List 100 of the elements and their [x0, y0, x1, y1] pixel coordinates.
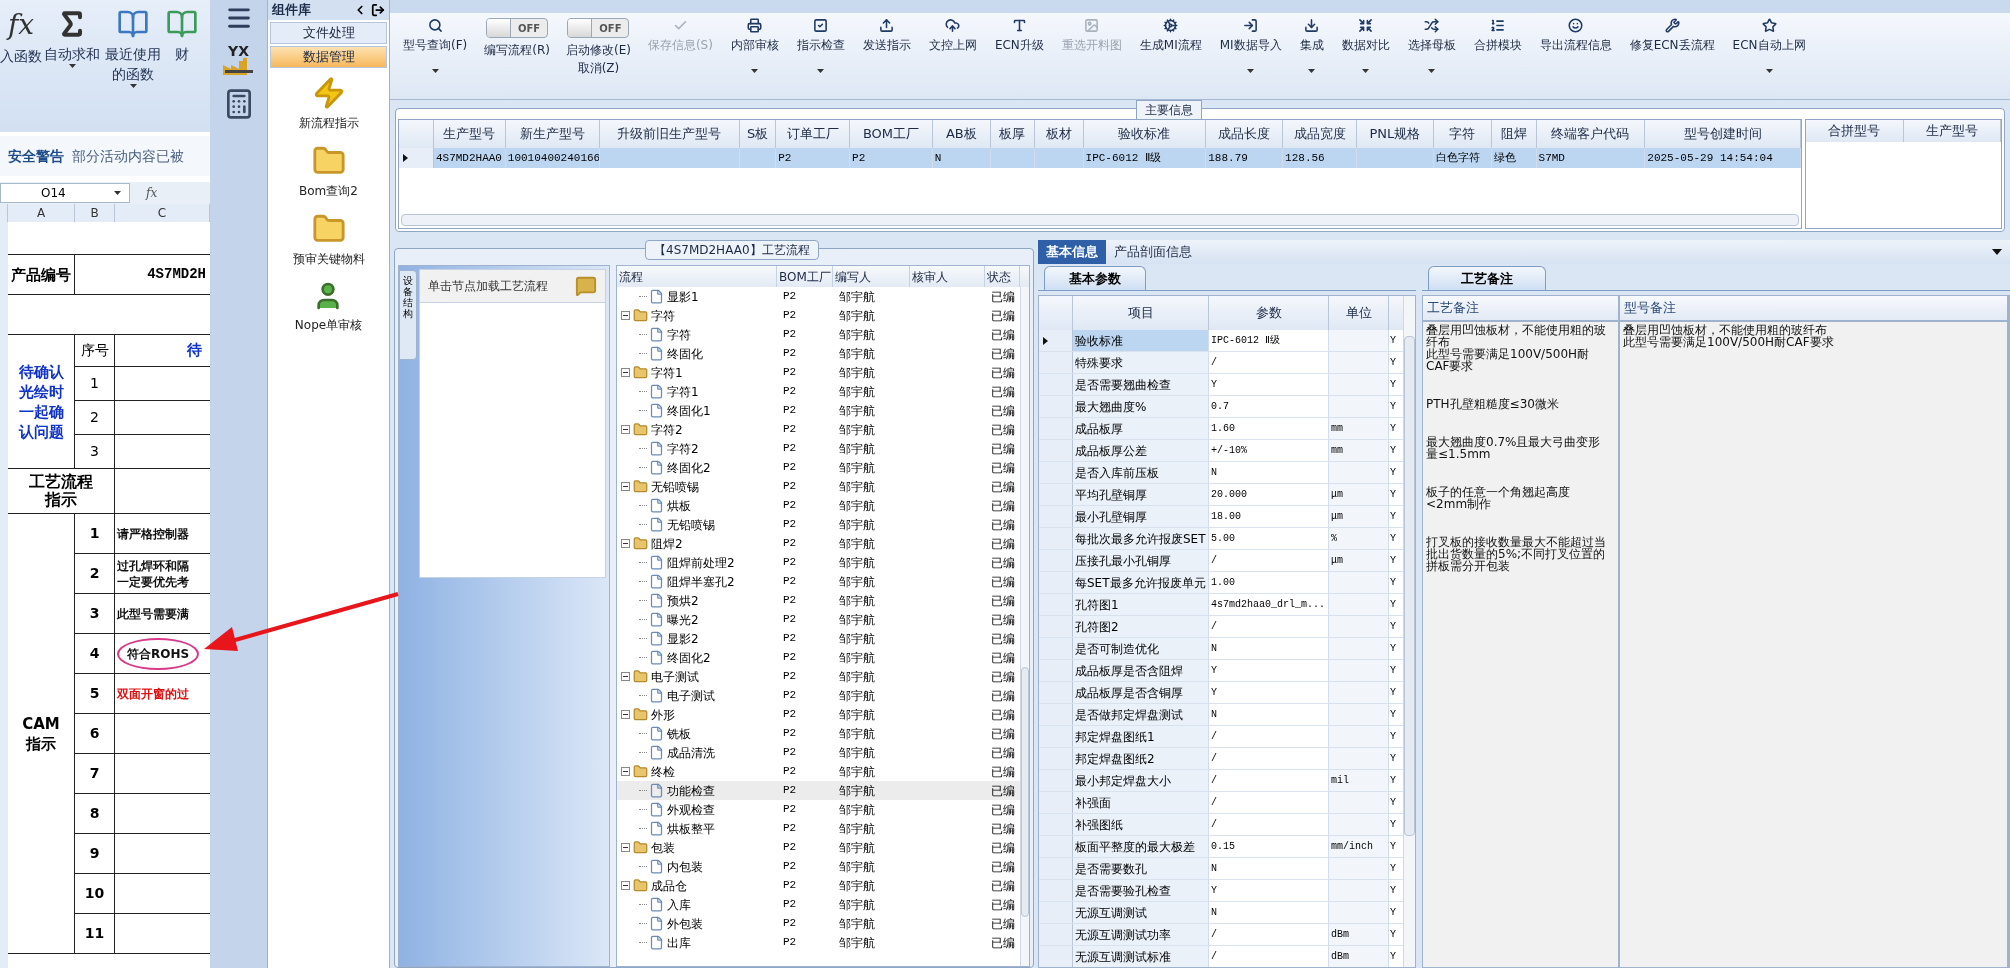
param-row[interactable]: 无源互调测试标准 / dBm Y: [1039, 946, 1403, 967]
panel-tab[interactable]: 工艺备注: [1428, 265, 1546, 290]
ribbon-button[interactable]: 自动求和: [44, 8, 100, 132]
tab[interactable]: 基本信息: [1038, 240, 1106, 264]
param-row[interactable]: 成品板厚是否含阻焊 Y Y: [1039, 660, 1403, 682]
collapse-icon[interactable]: [621, 482, 630, 491]
param-row[interactable]: 特殊要求 / Y: [1039, 352, 1403, 374]
toolbar-button[interactable]: MI数据导入: [1210, 13, 1291, 73]
tree-row[interactable]: 成品仓 P2 邹宇航 已编: [617, 876, 1020, 895]
tree-row[interactable]: 字符1 P2 邹宇航 已编: [617, 382, 1020, 401]
tree-row[interactable]: 终检 P2 邹宇航 已编: [617, 762, 1020, 781]
param-row[interactable]: 是否需要数孔 N Y: [1039, 858, 1403, 880]
collapse-icon[interactable]: [621, 767, 630, 776]
toolbar-button[interactable]: 选择母板: [1398, 13, 1465, 73]
param-row[interactable]: 成品板厚公差 +/-10% mm Y: [1039, 440, 1403, 462]
tree-row[interactable]: 终固化1 P2 邹宇航 已编: [617, 401, 1020, 420]
tree-row[interactable]: 烘板 P2 邹宇航 已编: [617, 496, 1020, 515]
param-row[interactable]: 无源互调测试 N Y: [1039, 902, 1403, 924]
tree-row[interactable]: 显影2 P2 邹宇航 已编: [617, 629, 1020, 648]
param-row[interactable]: 邦定焊盘图纸1 / Y: [1039, 726, 1403, 748]
column-header[interactable]: 编写人: [833, 266, 910, 287]
toolbar-button[interactable]: 型号查询(F): [394, 13, 477, 73]
tree-row[interactable]: 字符1 P2 邹宇航 已编: [617, 363, 1020, 382]
tree-row[interactable]: 功能检查 P2 邹宇航 已编: [617, 781, 1020, 800]
collapse-icon[interactable]: [621, 311, 630, 320]
tree-row[interactable]: 字符2 P2 邹宇航 已编: [617, 439, 1020, 458]
column-header[interactable]: 流程: [617, 266, 777, 287]
tree-row[interactable]: 曝光2 P2 邹宇航 已编: [617, 610, 1020, 629]
param-row[interactable]: 孔符图1 4s7md2haa0_drl_m... Y: [1039, 594, 1403, 616]
toolbar-button[interactable]: 指示检查: [787, 13, 854, 73]
param-row[interactable]: 压接孔最小孔铜厚 / μm Y: [1039, 550, 1403, 572]
toolbar-button[interactable]: 文控上网: [919, 13, 986, 54]
param-row[interactable]: 邦定焊盘图纸2 / Y: [1039, 748, 1403, 770]
ribbon-button[interactable]: 财: [166, 8, 198, 132]
toolbar-button[interactable]: 生成MI流程: [1130, 13, 1211, 54]
tab[interactable]: 产品剖面信息: [1106, 240, 1200, 264]
collapse-icon[interactable]: [621, 710, 630, 719]
param-row[interactable]: 补强图纸 / Y: [1039, 814, 1403, 836]
param-row[interactable]: 最小孔壁铜厚 18.00 μm Y: [1039, 506, 1403, 528]
library-item[interactable]: Nope单审核: [294, 280, 363, 334]
collapse-icon[interactable]: [621, 539, 630, 548]
collapse-icon[interactable]: [621, 843, 630, 852]
toggle-switch[interactable]: OFF: [486, 18, 549, 38]
library-item[interactable]: 新流程指示: [298, 76, 359, 132]
param-row[interactable]: 孔符图2 / Y: [1039, 616, 1403, 638]
tree-row[interactable]: 无铅喷锡 P2 邹宇航 已编: [617, 477, 1020, 496]
param-row[interactable]: 成品板厚是否含铜厚 Y Y: [1039, 682, 1403, 704]
param-row[interactable]: 是否需要翘曲检查 Y Y: [1039, 374, 1403, 396]
collapse-icon[interactable]: [621, 368, 630, 377]
param-row[interactable]: 无源互调测试功率 / dBm Y: [1039, 924, 1403, 946]
param-row[interactable]: 最大翘曲度% 0.7 Y: [1039, 396, 1403, 418]
toolbar-button[interactable]: 导出流程信息: [1530, 13, 1621, 54]
tree-row[interactable]: 阻焊前处理2 P2 邹宇航 已编: [617, 553, 1020, 572]
toggle-switch[interactable]: OFF: [567, 18, 630, 38]
collapse-icon[interactable]: [621, 881, 630, 890]
toolbar-button[interactable]: 发送指示: [853, 13, 920, 54]
remark-text-area[interactable]: 叠层用凹蚀板材，不能使用粗的玻纤布 此型号需要满足100V/500H耐CAF要求: [1620, 322, 2007, 967]
remark-text-area[interactable]: 叠层用凹蚀板材，不能使用粗的玻纤布 此型号需要满足100V/500H耐CAF要求 PTH孔壁粗糙度≤30微米 最大翘曲度0.7%且最大弓曲变形量≤1.5mm 板子的任意一个角翘起高度<2mm制作 打叉板的接收数量最大不能超过当批出货数量的5%;不同打叉位置的拼板需分开包装: [1423, 322, 1618, 967]
param-row[interactable]: 是否需要验孔检查 Y Y: [1039, 880, 1403, 902]
name-box[interactable]: O14: [0, 183, 130, 203]
param-row[interactable]: 成品板厚 1.60 mm Y: [1039, 418, 1403, 440]
toolbar-button[interactable]: 合拼模块: [1464, 13, 1531, 54]
column-header[interactable]: 参数: [1209, 296, 1329, 330]
toolbar-button[interactable]: ECN自动上网: [1723, 13, 1815, 73]
toolbar-button[interactable]: 内部审核: [721, 13, 788, 73]
tree-row[interactable]: 烘板整平 P2 邹宇航 已编: [617, 819, 1020, 838]
param-row[interactable]: 每批次最多允许报废SET 5.00 % Y: [1039, 528, 1403, 550]
panel-tab[interactable]: 基本参数: [1044, 265, 1146, 290]
tree-row[interactable]: 出库 P2 邹宇航 已编: [617, 933, 1020, 952]
dropdown-icon[interactable]: [1992, 249, 2002, 255]
toolbar-button[interactable]: 数据对比: [1332, 13, 1399, 73]
tree-row[interactable]: 包装 P2 邹宇航 已编: [617, 838, 1020, 857]
tree-row[interactable]: 外包装 P2 邹宇航 已编: [617, 914, 1020, 933]
toolbar-button[interactable]: ECN升级: [985, 13, 1053, 54]
tree-row[interactable]: 字符 P2 邹宇航 已编: [617, 325, 1020, 344]
collapse-icon[interactable]: [621, 425, 630, 434]
tree-row[interactable]: 电子测试 P2 邹宇航 已编: [617, 667, 1020, 686]
tree-row[interactable]: 电子测试 P2 邹宇航 已编: [617, 686, 1020, 705]
tree-row[interactable]: 成品清洗 P2 邹宇航 已编: [617, 743, 1020, 762]
param-row[interactable]: 是否可制造优化 N Y: [1039, 638, 1403, 660]
tree-row[interactable]: 终固化 P2 邹宇航 已编: [617, 344, 1020, 363]
tree-row[interactable]: 内包装 P2 邹宇航 已编: [617, 857, 1020, 876]
param-row[interactable]: 验收标准 IPC-6012 Ⅱ级 Y: [1039, 330, 1403, 352]
param-row[interactable]: 是否入库前压板 N Y: [1039, 462, 1403, 484]
param-row[interactable]: 最小邦定焊盘大小 / mil Y: [1039, 770, 1403, 792]
tree-row[interactable]: 显影1 P2 邹宇航 已编: [617, 287, 1020, 306]
tree-row[interactable]: 阻焊半塞孔2 P2 邹宇航 已编: [617, 572, 1020, 591]
tree-row[interactable]: 终固化2 P2 邹宇航 已编: [617, 458, 1020, 477]
column-header[interactable]: 状态: [985, 266, 1020, 287]
column-header[interactable]: B: [75, 204, 115, 222]
ribbon-button[interactable]: 最近使用的函数: [102, 8, 164, 132]
tree-row[interactable]: 入库 P2 邹宇航 已编: [617, 895, 1020, 914]
collapse-icon[interactable]: [621, 672, 630, 681]
tree-row[interactable]: 阻焊2 P2 邹宇航 已编: [617, 534, 1020, 553]
tree-row[interactable]: 预烘2 P2 邹宇航 已编: [617, 591, 1020, 610]
param-row[interactable]: 补强面 / Y: [1039, 792, 1403, 814]
param-row[interactable]: 是否做邦定焊盘测试 N Y: [1039, 704, 1403, 726]
tree-row[interactable]: 字符 P2 邹宇航 已编: [617, 306, 1020, 325]
library-group[interactable]: 文件处理: [270, 22, 387, 44]
tree-row[interactable]: 铣板 P2 邹宇航 已编: [617, 724, 1020, 743]
